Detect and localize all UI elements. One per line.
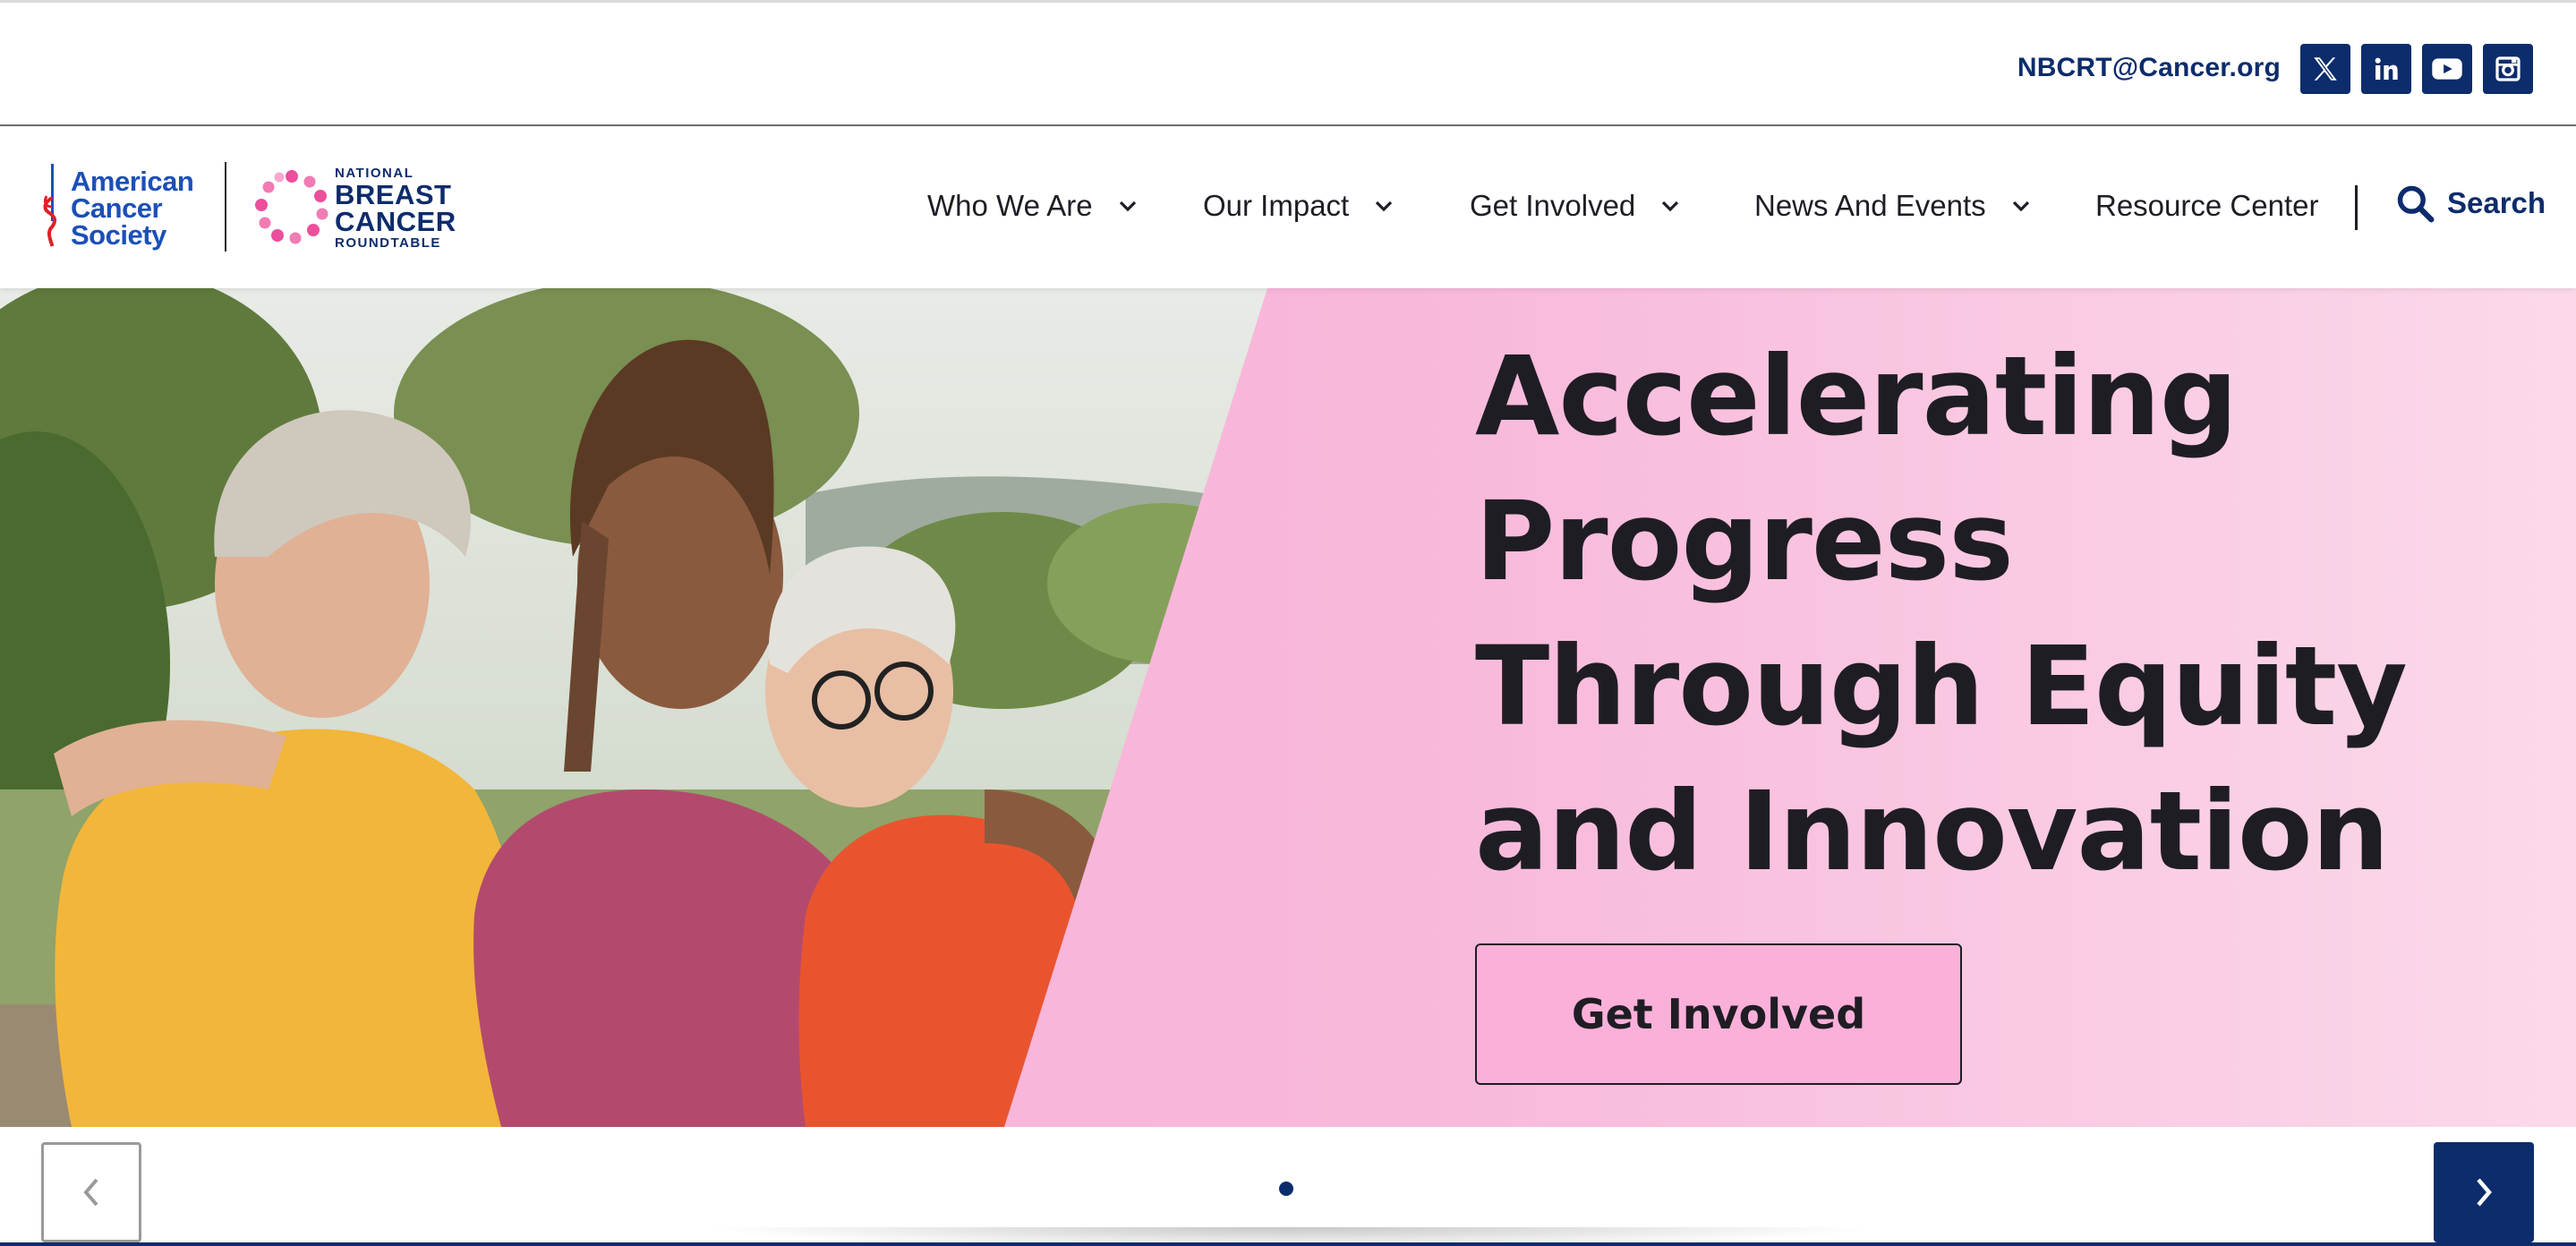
youtube-icon[interactable] [2422, 44, 2472, 94]
search-icon [2397, 185, 2435, 223]
search-label: Search [2447, 186, 2546, 219]
nav-item-our-impact[interactable]: Our Impact [1203, 189, 1394, 223]
nav-divider [2355, 185, 2358, 230]
carousel-dot[interactable] [1279, 1182, 1293, 1196]
utility-bar: NBCRT@Cancer.org [0, 0, 2576, 126]
nav-item-label: News And Events [1754, 189, 1986, 222]
linkedin-icon[interactable] [2361, 44, 2411, 94]
nav-item-news-and-events[interactable]: News And Events [1754, 189, 2031, 223]
nbcrt-logo-line: ROUNDTABLE [335, 235, 441, 251]
torch-icon [43, 164, 57, 247]
carousel-next-button[interactable] [2434, 1142, 2534, 1242]
acs-logo-line: Society [71, 219, 166, 251]
x-twitter-icon[interactable] [2300, 44, 2350, 94]
american-cancer-society-logo[interactable]: American Cancer Society [39, 164, 200, 253]
carousel-prev-button[interactable] [41, 1142, 141, 1242]
nbcrt-logo[interactable]: NATIONAL BREAST CANCER ROUNDTABLE [254, 166, 469, 255]
nav-item-label: Who We Are [927, 189, 1093, 222]
chevron-left-icon [83, 1178, 98, 1207]
acs-logo-line: American [71, 166, 194, 197]
nbcrt-logo-line: CANCER [335, 206, 456, 237]
chevron-down-icon [1119, 201, 1136, 212]
logo-divider [225, 162, 226, 252]
site-header: American Cancer Society NATIONAL BREAST … [0, 126, 2576, 288]
nav-item-label: Our Impact [1203, 189, 1350, 222]
hero-title-line: Progress [1475, 478, 2014, 605]
nav-item-who-we-are[interactable]: Who We Are [927, 189, 1138, 223]
hero-title-line: and Innovation [1475, 768, 2390, 895]
nav-item-get-involved[interactable]: Get Involved [1470, 189, 1680, 223]
page-bottom-border [0, 1242, 2576, 1246]
nav-item-label: Get Involved [1470, 189, 1636, 222]
nav-item-resource-center[interactable]: Resource Center [2095, 189, 2318, 223]
chevron-down-icon [1376, 201, 1393, 212]
chevron-right-icon [2477, 1178, 2492, 1207]
hero-title-line: Through Equity [1475, 623, 2408, 750]
get-involved-button[interactable]: Get Involved [1475, 943, 1962, 1085]
chevron-down-icon [1662, 201, 1679, 212]
carousel-controls [0, 1127, 2576, 1246]
hero-title: Accelerating Progress Through Equity and… [1475, 324, 2460, 904]
nbcrt-logo-line: BREAST [335, 179, 452, 210]
hero-title-line: Accelerating [1475, 333, 2238, 460]
contact-email-link[interactable]: NBCRT@Cancer.org [2017, 53, 2281, 83]
ribbon-ring-icon [255, 170, 328, 244]
instagram-icon[interactable] [2483, 44, 2533, 94]
chevron-down-icon [2012, 201, 2029, 212]
acs-logo-line: Cancer [71, 192, 163, 224]
hero-banner: Accelerating Progress Through Equity and… [0, 288, 2576, 1127]
nav-item-label: Resource Center [2095, 189, 2319, 222]
search-button[interactable]: Search [2395, 183, 2546, 223]
